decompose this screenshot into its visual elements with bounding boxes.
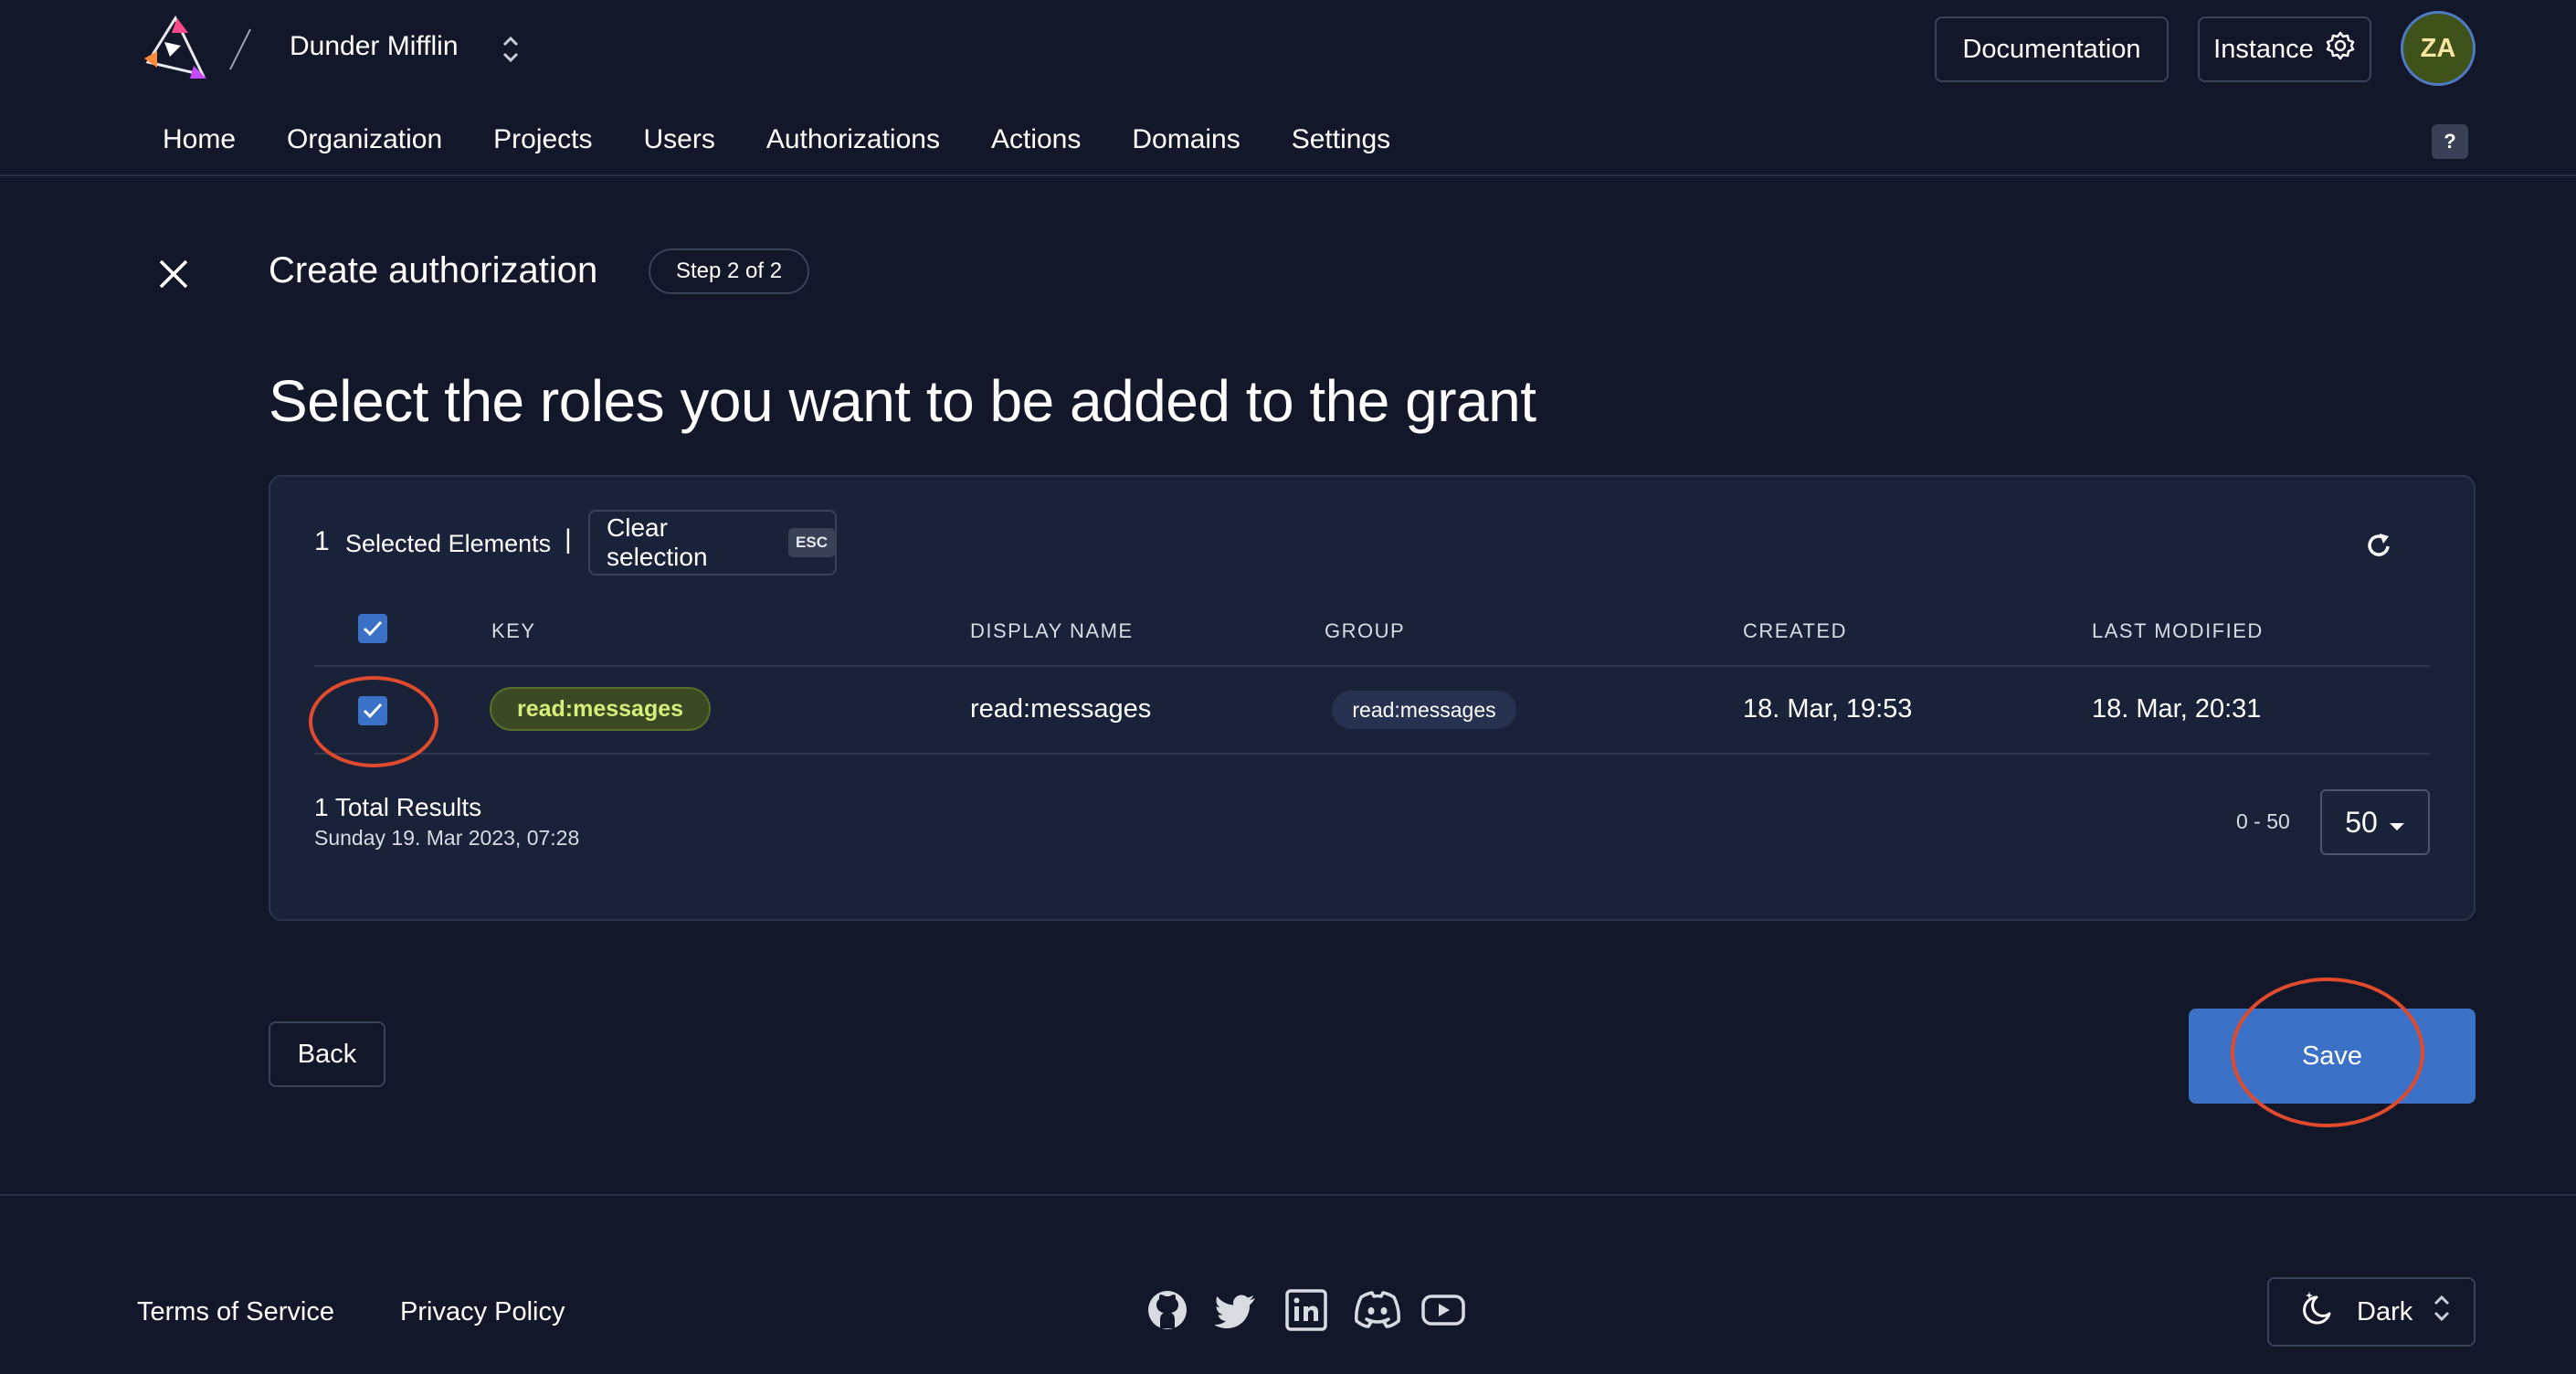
results-timestamp: Sunday 19. Mar 2023, 07:28 (314, 826, 580, 850)
chevron-updown-icon (2431, 1292, 2453, 1332)
pagination-range: 0 - 50 (2236, 809, 2290, 833)
breadcrumb-divider (227, 27, 254, 71)
back-button[interactable]: Back (269, 1021, 385, 1087)
role-group-chip: read:messages (1332, 691, 1516, 729)
footer-divider (0, 1194, 2576, 1196)
clear-selection-button[interactable]: Clear selection ESC (588, 510, 837, 576)
twitter-icon[interactable] (1214, 1288, 1259, 1332)
close-icon[interactable] (155, 256, 192, 292)
selection-separator: | (565, 524, 572, 555)
clear-selection-label: Clear selection (607, 513, 708, 571)
user-avatar[interactable]: ZA (2401, 11, 2476, 86)
instance-label: Instance (2213, 34, 2314, 64)
table-row-divider (314, 753, 2430, 755)
nav-organization[interactable]: Organization (287, 124, 442, 155)
esc-key-hint: ESC (788, 528, 835, 557)
page-size-select[interactable]: 50 (2320, 789, 2430, 855)
org-switch-icon[interactable] (499, 33, 523, 66)
col-key[interactable]: KEY (491, 619, 536, 643)
total-results: 1 Total Results (314, 793, 482, 821)
nav-home[interactable]: Home (163, 124, 236, 155)
documentation-label: Documentation (1962, 34, 2141, 64)
linkedin-icon[interactable] (1284, 1288, 1328, 1332)
header-divider (0, 174, 2576, 176)
documentation-button[interactable]: Documentation (1935, 16, 2169, 82)
role-last-modified: 18. Mar, 20:31 (2092, 694, 2262, 724)
theme-switcher[interactable]: Dark (2267, 1277, 2476, 1347)
terms-link[interactable]: Terms of Service (137, 1297, 334, 1327)
nav-actions[interactable]: Actions (991, 124, 1081, 155)
org-name[interactable]: Dunder Mifflin (290, 31, 459, 62)
gear-icon (2325, 30, 2356, 69)
youtube-icon[interactable] (1421, 1288, 1465, 1332)
role-display-name: read:messages (970, 694, 1152, 724)
select-all-checkbox[interactable] (358, 614, 387, 643)
instance-button[interactable]: Instance (2198, 16, 2371, 82)
back-label: Back (297, 1039, 357, 1069)
nav-authorizations[interactable]: Authorizations (766, 124, 940, 155)
help-button[interactable]: ? (2432, 124, 2468, 159)
nav-settings[interactable]: Settings (1292, 124, 1390, 155)
step-badge: Step 2 of 2 (649, 248, 809, 294)
privacy-link[interactable]: Privacy Policy (400, 1297, 565, 1327)
table-header-divider (314, 665, 2430, 667)
nav-users[interactable]: Users (644, 124, 715, 155)
role-key-chip: read:messages (490, 687, 711, 731)
col-group[interactable]: GROUP (1325, 619, 1405, 643)
annotation-circle-checkbox (309, 676, 438, 767)
page-size-value: 50 (2345, 805, 2378, 839)
moon-icon (2302, 1290, 2338, 1334)
caret-down-icon (2389, 806, 2405, 840)
col-last-modified[interactable]: LAST MODIFIED (2092, 619, 2264, 643)
col-display-name[interactable]: DISPLAY NAME (970, 619, 1134, 643)
selected-count: 1 (314, 526, 330, 556)
discord-icon[interactable] (1352, 1288, 1403, 1332)
page-title: Create authorization (269, 250, 598, 291)
github-icon[interactable] (1145, 1288, 1189, 1332)
selected-label: Selected Elements (345, 530, 552, 557)
nav-projects[interactable]: Projects (493, 124, 592, 155)
nav-domains[interactable]: Domains (1132, 124, 1240, 155)
col-created[interactable]: CREATED (1743, 619, 1847, 643)
refresh-icon[interactable] (2364, 530, 2393, 561)
section-heading: Select the roles you want to be added to… (269, 368, 1536, 434)
zitadel-logo[interactable] (137, 15, 210, 84)
annotation-circle-save (2231, 978, 2424, 1127)
theme-label: Dark (2357, 1296, 2413, 1326)
role-created: 18. Mar, 19:53 (1743, 694, 1913, 724)
main-nav: Home Organization Projects Users Authori… (163, 124, 1441, 155)
